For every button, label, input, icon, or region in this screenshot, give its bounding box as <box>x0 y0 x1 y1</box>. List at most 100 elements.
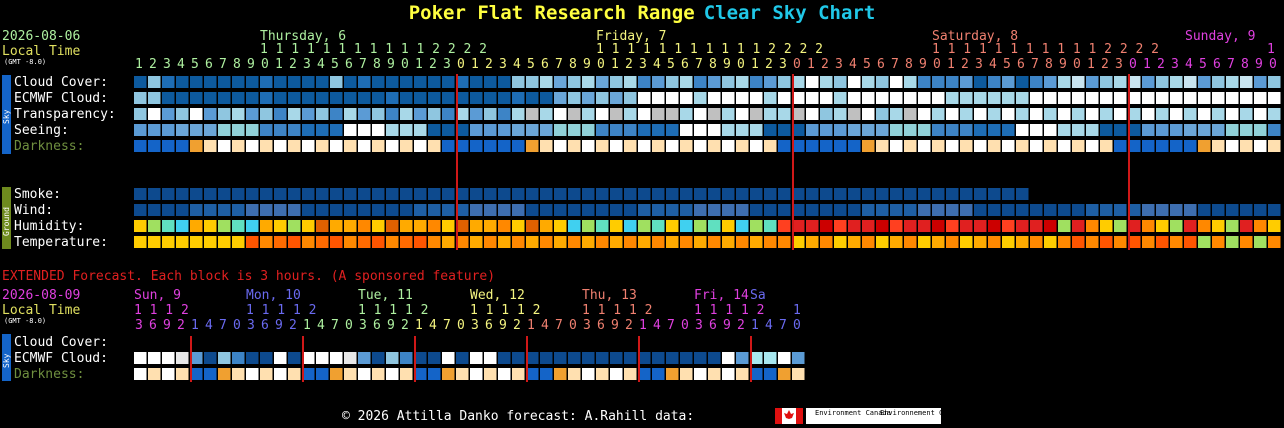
ecmwf-block <box>1086 92 1099 104</box>
wind-block <box>288 204 301 216</box>
temperature-block <box>1268 236 1281 248</box>
extended-hour-digit: 3 <box>695 318 703 333</box>
cloud-block <box>918 76 931 88</box>
hour-digit: 1 <box>415 57 423 72</box>
ecmwf-block <box>960 92 973 104</box>
extended-cloud-block <box>624 352 637 364</box>
transparency-block <box>778 108 791 120</box>
cloud-block <box>330 76 343 88</box>
seeing-block <box>316 124 329 136</box>
wind-block <box>694 204 707 216</box>
hour-digit: 6 <box>877 57 885 72</box>
ecmwf-block <box>484 92 497 104</box>
ecmwf-block <box>694 92 707 104</box>
transparency-block <box>1156 108 1169 120</box>
temperature-block <box>624 236 637 248</box>
darkness-block <box>750 140 763 152</box>
extended-cloud-block <box>722 352 735 364</box>
hour-digit: 1 <box>947 57 955 72</box>
smoke-block <box>344 188 357 200</box>
wind-block <box>498 204 511 216</box>
transparency-block <box>512 108 525 120</box>
extended-darkness-block <box>316 368 329 380</box>
wind-block <box>316 204 329 216</box>
extended-hour-tens: 1 1 1 1 2 <box>358 303 428 318</box>
extended-cloud-block <box>386 352 399 364</box>
wind-block <box>358 204 371 216</box>
extended-cloud-block <box>610 352 623 364</box>
ecmwf-block <box>1212 92 1225 104</box>
humidity-block <box>1086 220 1099 232</box>
smoke-block <box>554 188 567 200</box>
darkness-block <box>204 140 217 152</box>
transparency-block <box>708 108 721 120</box>
smoke-block <box>316 188 329 200</box>
darkness-block <box>582 140 595 152</box>
ecmwf-block <box>1058 92 1071 104</box>
smoke-block <box>330 188 343 200</box>
extended-hour-digit: 7 <box>667 318 675 333</box>
smoke-block <box>512 188 525 200</box>
transparency-block <box>526 108 539 120</box>
hour-digit: 1 <box>1087 57 1095 72</box>
darkness-block <box>1142 140 1155 152</box>
smoke-block <box>960 188 973 200</box>
humidity-block <box>904 220 917 232</box>
cloud-block <box>218 76 231 88</box>
cloud-block <box>988 76 1001 88</box>
darkness-block <box>890 140 903 152</box>
humidity-block <box>1198 220 1211 232</box>
darkness-block <box>1226 140 1239 152</box>
darkness-block <box>1002 140 1015 152</box>
darkness-block <box>1100 140 1113 152</box>
extended-cloud-block <box>176 352 189 364</box>
flag-right-band <box>796 408 803 424</box>
transparency-block <box>162 108 175 120</box>
extended-cloud-block <box>498 352 511 364</box>
environment-canada-logo[interactable]: Environment Canada Environnement Canada <box>775 408 964 424</box>
humidity-block <box>1142 220 1155 232</box>
transparency-block <box>694 108 707 120</box>
smoke-block <box>778 188 791 200</box>
cloud-block <box>890 76 903 88</box>
extended-cloud-block <box>456 352 469 364</box>
extended-cloud-block <box>736 352 749 364</box>
cloud-block <box>204 76 217 88</box>
extended-hour-digit: 0 <box>233 318 241 333</box>
extended-darkness-block <box>652 368 665 380</box>
temperature-block <box>540 236 553 248</box>
transparency-block <box>176 108 189 120</box>
hour-digit: 9 <box>1059 57 1067 72</box>
humidity-block <box>162 220 175 232</box>
darkness-block <box>610 140 623 152</box>
hour-tens-friday: 1 1 1 1 1 1 1 1 1 1 1 2 2 2 2 <box>596 42 823 57</box>
humidity-block <box>1170 220 1183 232</box>
humidity-block <box>470 220 483 232</box>
wind-block <box>1198 204 1211 216</box>
humidity-block <box>526 220 539 232</box>
seeing-block <box>890 124 903 136</box>
darkness-block <box>442 140 455 152</box>
row-label-wind: Wind: <box>14 203 53 218</box>
cloud-block <box>960 76 973 88</box>
ecmwf-block <box>330 92 343 104</box>
hour-digit: 1 <box>135 57 143 72</box>
smoke-block <box>176 188 189 200</box>
humidity-block <box>1044 220 1057 232</box>
ecmwf-block <box>1100 92 1113 104</box>
humidity-block <box>1030 220 1043 232</box>
smoke-block <box>974 188 987 200</box>
darkness-block <box>148 140 161 152</box>
seeing-block <box>260 124 273 136</box>
extended-cloud-block <box>596 352 609 364</box>
cloud-block <box>1212 76 1225 88</box>
smoke-block <box>680 188 693 200</box>
extended-hour-digit: 7 <box>331 318 339 333</box>
extended-cloud-block <box>148 352 161 364</box>
extended-hour-digit: 4 <box>317 318 325 333</box>
transparency-block <box>1114 108 1127 120</box>
temperature-block <box>1114 236 1127 248</box>
darkness-block <box>1198 140 1211 152</box>
transparency-block <box>1058 108 1071 120</box>
seeing-block <box>1198 124 1211 136</box>
